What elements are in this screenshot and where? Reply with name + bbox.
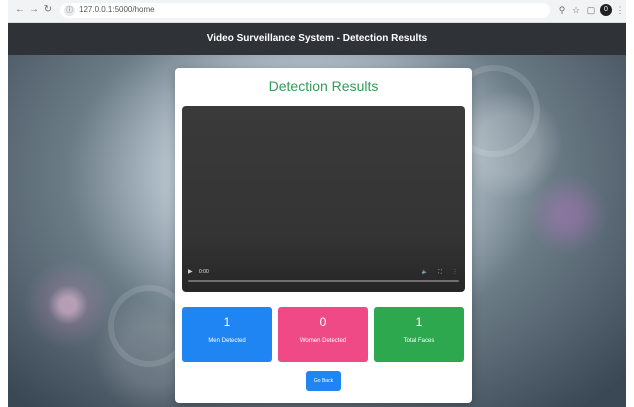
video-progress-bar[interactable] [188, 280, 459, 282]
men-detected-label: Men Detected [208, 338, 246, 344]
page-header-title: Video Surveillance System - Detection Re… [206, 33, 428, 44]
page-header: Video Surveillance System - Detection Re… [8, 23, 626, 55]
back-arrow-icon[interactable]: ← [14, 4, 26, 16]
video-player[interactable]: ▶ 0:00 🔈 ⛶ ⋮ [182, 106, 465, 292]
results-card: Detection Results ▶ 0:00 🔈 ⛶ ⋮ 1 Men Det… [175, 68, 472, 403]
more-vert-icon[interactable]: ⋮ [614, 4, 626, 16]
extensions-icon[interactable]: ▢ [585, 4, 597, 16]
women-detected-stat: 0 Women Detected [278, 307, 368, 362]
browser-window: ← → ↻ ⓘ 127.0.0.1:5000/home ⚲ ☆ ▢ 0 ⋮ Vi… [8, 0, 626, 407]
men-detected-count: 1 [223, 315, 231, 329]
site-info-icon[interactable]: ⓘ [64, 5, 75, 16]
total-faces-label: Total Faces [403, 338, 435, 344]
video-more-vert-icon[interactable]: ⋮ [451, 268, 459, 276]
star-icon[interactable]: ☆ [570, 4, 582, 16]
card-title: Detection Results [268, 78, 379, 94]
zoom-icon[interactable]: ⚲ [556, 4, 568, 16]
address-bar[interactable]: ⓘ 127.0.0.1:5000/home [60, 3, 550, 18]
video-time: 0:00 [199, 269, 209, 275]
play-icon[interactable]: ▶ [188, 268, 196, 276]
url-text: 127.0.0.1:5000/home [79, 5, 155, 14]
men-detected-stat: 1 Men Detected [182, 307, 272, 362]
volume-icon[interactable]: 🔈 [421, 268, 429, 276]
video-controls: ▶ 0:00 🔈 ⛶ ⋮ [182, 266, 465, 292]
profile-avatar[interactable]: 0 [600, 4, 612, 16]
women-detected-label: Women Detected [299, 338, 347, 344]
reload-icon[interactable]: ↻ [42, 4, 54, 16]
women-detected-count: 0 [319, 315, 327, 329]
go-back-button[interactable]: Go Back [306, 371, 341, 391]
browser-toolbar: ← → ↻ ⓘ 127.0.0.1:5000/home ⚲ ☆ ▢ 0 ⋮ [8, 0, 626, 23]
total-faces-count: 1 [415, 315, 423, 329]
total-faces-stat: 1 Total Faces [374, 307, 464, 362]
fullscreen-icon[interactable]: ⛶ [436, 268, 444, 276]
forward-arrow-icon[interactable]: → [28, 4, 40, 16]
